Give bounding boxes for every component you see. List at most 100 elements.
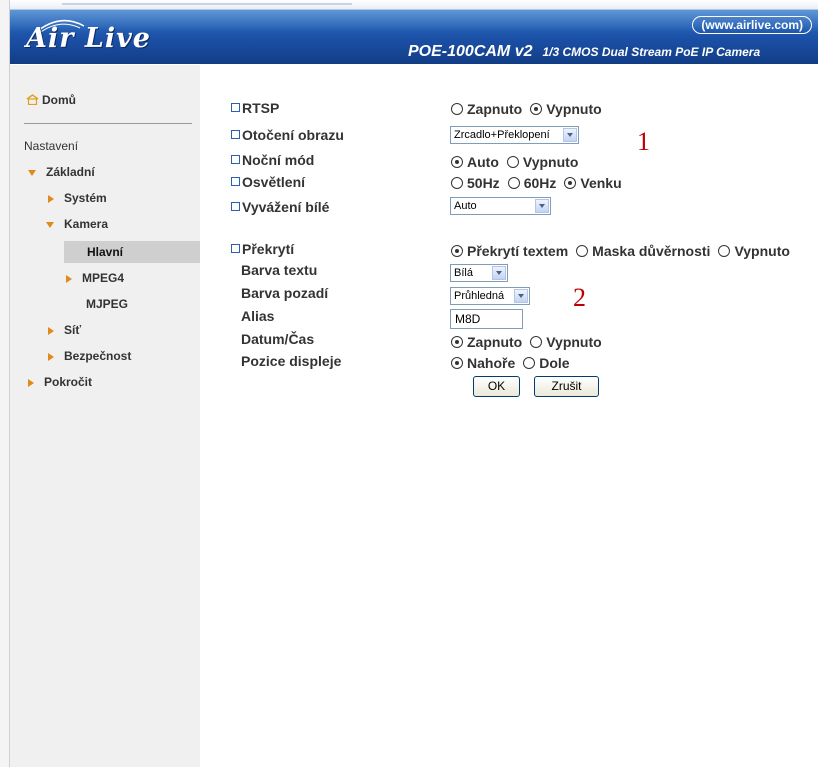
sidebar-item-mjpeg[interactable]: MJPEG (86, 297, 128, 311)
rotate-label-text: Otočení obrazu (242, 127, 344, 143)
sidebar-item-network-label: Síť (64, 323, 82, 337)
datetime-label: Datum/Čas (241, 331, 315, 347)
light-50hz-option[interactable]: 50Hz (451, 175, 500, 191)
datetime-on-option[interactable]: Zapnuto (451, 334, 522, 350)
position-top-option[interactable]: Nahoře (451, 355, 515, 371)
sidebar-item-network[interactable]: Síť (48, 323, 81, 337)
light-60hz-option[interactable]: 60Hz (507, 175, 557, 191)
white-balance-label-text: Vyvážení bílé (242, 199, 330, 215)
sidebar-item-system[interactable]: Systém (48, 191, 107, 205)
collapsed-arrow-icon (48, 194, 54, 203)
square-bullet-icon (231, 103, 240, 112)
overlay-mask-option[interactable]: Maska důvěrnosti (576, 243, 710, 259)
radio-icon[interactable] (523, 357, 536, 369)
datetime-off-option[interactable]: Vypnuto (530, 334, 602, 350)
night-mode-label-text: Noční mód (242, 152, 315, 168)
night-mode-options: Auto Vypnuto (451, 154, 586, 170)
background-color-label: Barva pozadí (241, 285, 329, 301)
tab-strip-highlight (62, 3, 352, 5)
radio-icon[interactable] (718, 245, 731, 257)
radio-selected-icon[interactable] (451, 156, 463, 168)
radio-icon[interactable] (451, 177, 463, 189)
product-title: POE-100CAM v2 1/3 CMOS Dual Stream PoE IP… (408, 43, 760, 61)
chevron-down-icon[interactable] (514, 289, 528, 303)
rtsp-label: RTSP (231, 100, 279, 116)
overlay-mask-label: Maska důvěrnosti (592, 243, 711, 259)
window-top-strip (0, 0, 818, 10)
sidebar-item-main[interactable]: Hlavní (87, 245, 123, 259)
overlay-label-text: Překrytí (242, 241, 295, 257)
radio-selected-icon[interactable] (530, 103, 543, 115)
radio-icon[interactable] (507, 177, 520, 189)
sidebar-item-mpeg4[interactable]: MPEG4 (66, 271, 124, 285)
overlay-label: Překrytí (231, 241, 294, 257)
square-bullet-icon (231, 202, 240, 211)
sidebar-item-home[interactable]: Domů (26, 93, 76, 107)
alias-label: Alias (241, 308, 275, 324)
sidebar-item-camera[interactable]: Kamera (46, 217, 108, 231)
sidebar-item-advanced-label: Pokročit (44, 375, 93, 389)
overlay-off-label: Vypnuto (734, 243, 790, 259)
position-bottom-label: Dole (539, 355, 570, 371)
text-color-select-value: Bílá (454, 267, 473, 279)
sidebar-item-basic[interactable]: Základní (28, 165, 95, 179)
text-color-label: Barva textu (241, 262, 318, 278)
position-bottom-option[interactable]: Dole (523, 355, 570, 371)
cancel-button[interactable]: Zrušit (534, 376, 599, 397)
white-balance-select-value: Auto (454, 200, 477, 212)
night-mode-label: Noční mód (231, 152, 314, 168)
product-description: 1/3 CMOS Dual Stream PoE IP Camera (542, 45, 761, 59)
radio-selected-icon[interactable] (451, 357, 463, 369)
light-60hz-label: 60Hz (523, 175, 557, 191)
rtsp-off-label: Vypnuto (546, 101, 602, 117)
night-auto-option[interactable]: Auto (451, 154, 499, 170)
radio-icon[interactable] (576, 245, 589, 257)
overlay-off-option[interactable]: Vypnuto (718, 243, 790, 259)
website-link[interactable]: (www.airlive.com) (692, 16, 812, 34)
alias-input[interactable]: M8D (450, 309, 523, 329)
radio-selected-icon[interactable] (564, 177, 577, 189)
annotation-marker-1: 1 (637, 127, 650, 156)
background-color-select[interactable]: Průhledná (450, 287, 530, 305)
datetime-off-label: Vypnuto (546, 334, 602, 350)
square-bullet-icon (231, 244, 240, 253)
rtsp-on-label: Zapnuto (467, 101, 523, 117)
ok-button[interactable]: OK (473, 376, 520, 397)
radio-icon[interactable] (506, 156, 519, 168)
sidebar-divider (24, 123, 192, 124)
expanded-arrow-icon (46, 221, 54, 228)
lighting-label-text: Osvětlení (242, 174, 306, 190)
chevron-down-icon[interactable] (492, 266, 506, 280)
collapsed-arrow-icon (48, 352, 54, 361)
radio-icon[interactable] (530, 336, 543, 348)
rotate-select[interactable]: Zrcadlo+Překlopení (450, 126, 579, 144)
sidebar-nav: Domů Nastavení Základní Systém Kamera Hl… (10, 65, 200, 767)
square-bullet-icon (231, 155, 240, 164)
background-color-select-value: Průhledná (454, 290, 505, 302)
sidebar-item-advanced[interactable]: Pokročit (28, 375, 92, 389)
sidebar-selection-highlight (64, 241, 200, 263)
text-color-select[interactable]: Bílá (450, 264, 508, 282)
radio-selected-icon[interactable] (451, 245, 463, 257)
white-balance-label: Vyvážení bílé (231, 199, 329, 215)
light-outdoor-option[interactable]: Venku (564, 175, 622, 191)
rtsp-on-option[interactable]: Zapnuto (451, 101, 522, 117)
window-left-border (0, 0, 10, 767)
night-off-option[interactable]: Vypnuto (506, 154, 578, 170)
overlay-text-label: Překrytí textem (467, 243, 569, 259)
radio-icon[interactable] (451, 103, 463, 115)
overlay-text-option[interactable]: Překrytí textem (451, 243, 568, 259)
rtsp-off-option[interactable]: Vypnuto (530, 101, 602, 117)
display-position-options: Nahoře Dole (451, 355, 578, 371)
chevron-down-icon[interactable] (535, 199, 549, 213)
expanded-arrow-icon (28, 169, 36, 176)
airlive-logo[interactable]: Air Live (26, 23, 151, 54)
square-bullet-icon (231, 177, 240, 186)
sidebar-item-security[interactable]: Bezpečnost (48, 349, 131, 363)
chevron-down-icon[interactable] (563, 128, 577, 142)
lighting-label: Osvětlení (231, 174, 305, 190)
white-balance-select[interactable]: Auto (450, 197, 551, 215)
radio-selected-icon[interactable] (451, 336, 463, 348)
rtsp-options: Zapnuto Vypnuto (451, 101, 610, 117)
product-model: POE-100CAM v2 (408, 43, 533, 60)
